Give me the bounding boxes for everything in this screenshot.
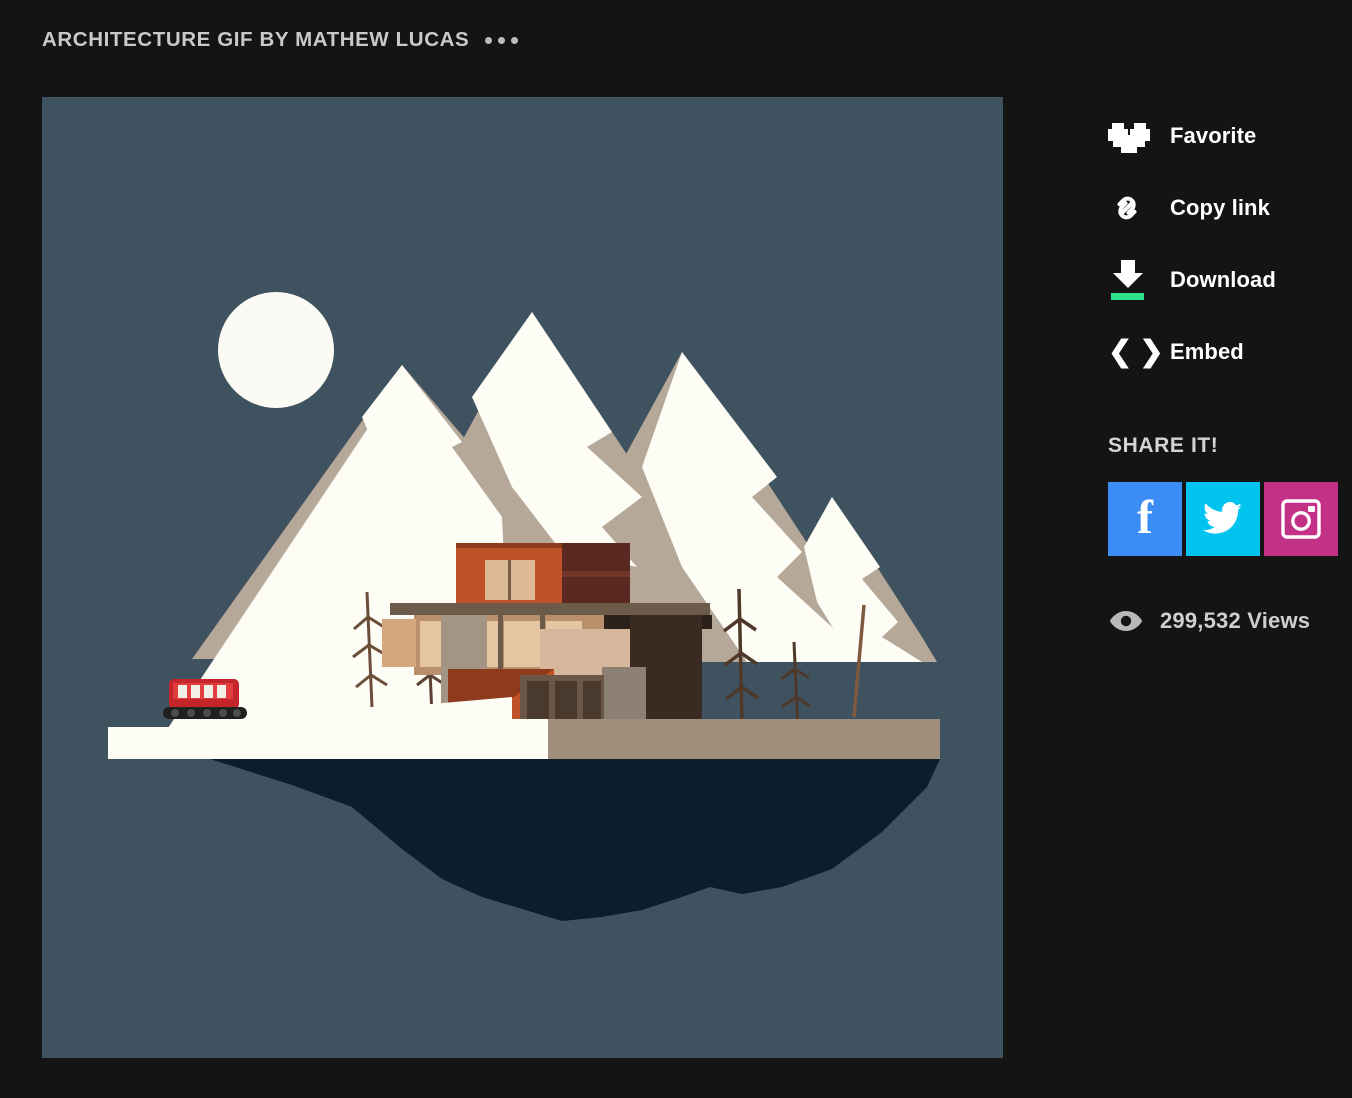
download-accent-bar	[1111, 293, 1144, 300]
copy-link-label: Copy link	[1170, 195, 1270, 220]
views-counter: 299,532 Views	[1108, 608, 1352, 634]
instagram-camera-icon	[1281, 499, 1321, 539]
eye-icon	[1110, 611, 1142, 631]
artwork-canvas[interactable]	[42, 97, 1003, 1058]
embed-button[interactable]: ❮ ❯ Embed	[1108, 326, 1352, 378]
copy-link-button[interactable]: Copy link	[1108, 182, 1352, 234]
code-brackets-icon: ❮ ❯	[1108, 335, 1164, 368]
page-root: ARCHITECTURE GIF BY MATHEW LUCAS Favorit…	[0, 0, 1352, 1098]
dot-icon	[485, 36, 493, 44]
snow-vehicle	[163, 679, 247, 719]
dot-icon	[511, 36, 519, 44]
download-button[interactable]: Download	[1108, 254, 1352, 306]
sun-icon	[218, 292, 334, 408]
views-text: 299,532 Views	[1160, 608, 1311, 633]
share-instagram-button[interactable]	[1264, 482, 1338, 556]
sidebar: Favorite Copy link Download ❮ ❯ Embed SH…	[1108, 110, 1352, 634]
share-heading: SHARE IT!	[1108, 434, 1219, 457]
action-list: Favorite Copy link Download ❮ ❯ Embed	[1108, 110, 1352, 378]
more-options-button[interactable]	[483, 33, 520, 48]
artwork-illustration	[42, 97, 1003, 1058]
download-label: Download	[1170, 267, 1276, 292]
twitter-bird-icon	[1203, 502, 1242, 534]
share-twitter-button[interactable]	[1186, 482, 1260, 556]
heart-icon	[1108, 119, 1170, 153]
dot-icon	[498, 36, 506, 44]
download-icon	[1108, 260, 1170, 300]
link-icon	[1108, 191, 1170, 225]
favorite-label: Favorite	[1170, 123, 1257, 148]
page-title: ARCHITECTURE GIF BY MATHEW LUCAS	[42, 28, 470, 51]
embed-label: Embed	[1170, 339, 1244, 364]
facebook-icon: f	[1137, 491, 1153, 544]
snow-platform-center	[348, 719, 548, 759]
header: ARCHITECTURE GIF BY MATHEW LUCAS	[42, 28, 520, 52]
share-facebook-button[interactable]: f	[1108, 482, 1182, 556]
share-buttons: f	[1108, 482, 1352, 556]
favorite-button[interactable]: Favorite	[1108, 110, 1352, 162]
